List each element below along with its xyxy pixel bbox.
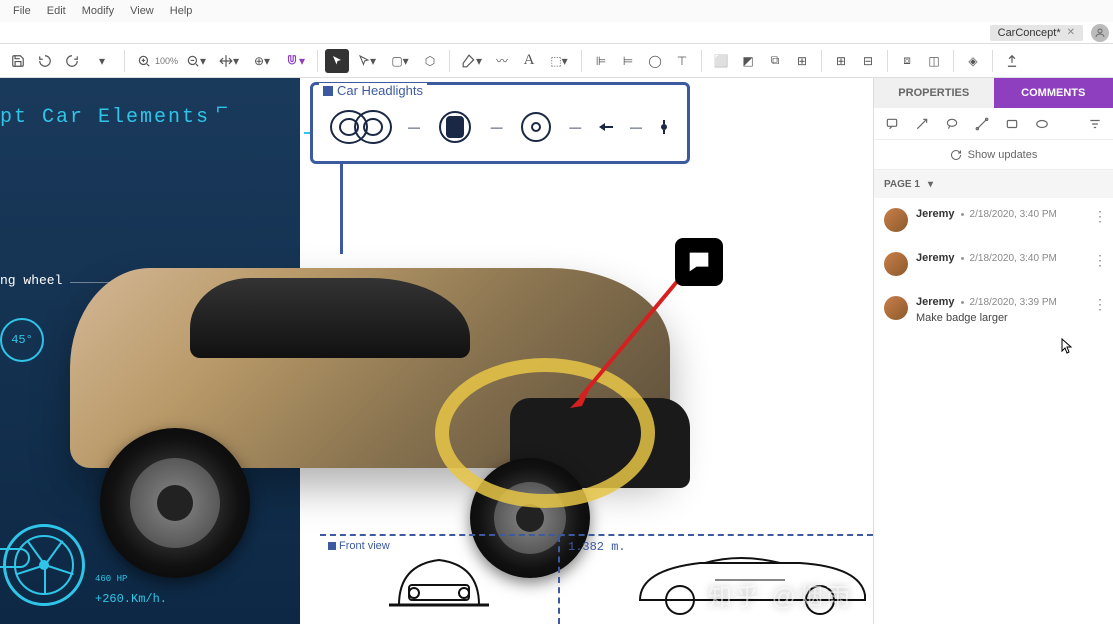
pen-tool[interactable]: ▾ — [457, 49, 487, 73]
comment-text: Make badge larger — [916, 312, 1103, 324]
front-view-label: Front view — [328, 540, 390, 552]
toolbar: ▾ 100% ▾ ▾ ⊕▾ ▾ ▾ ▢▾ ⬡ ▾ 〰 A ⬚▾ ⊫ ⊨ ◯ ⊤ … — [0, 44, 1113, 78]
comment-marker[interactable] — [675, 238, 723, 286]
boolean-union-button[interactable]: ⬜ — [709, 49, 733, 73]
zoom-level: 100% — [155, 56, 178, 66]
boolean-intersect-button[interactable]: ⧉ — [763, 49, 787, 73]
comment-time: 2/18/2020, 3:40 PM — [970, 253, 1057, 264]
watermark: 知乎 @烟雨 — [708, 577, 853, 612]
zoom-out-button[interactable]: ▾ — [181, 49, 211, 73]
canvas[interactable]: pt Car Elements ng wheel 45° 460 HP +260… — [0, 78, 873, 624]
menu-file[interactable]: File — [6, 3, 38, 19]
comment-more-button[interactable]: ⋮ — [1093, 252, 1107, 269]
page-header[interactable]: PAGE 1 ▾ — [874, 170, 1113, 198]
refresh-icon — [950, 149, 962, 161]
pointer-tool[interactable] — [325, 49, 349, 73]
comment-author: Jeremy — [916, 252, 955, 264]
comment-avatar — [884, 296, 908, 320]
show-updates-button[interactable]: Show updates — [874, 140, 1113, 170]
headlights-label: Car Headlights — [319, 83, 427, 98]
horsepower-label: 460 HP — [95, 574, 127, 584]
comment-line-tool[interactable] — [972, 114, 992, 134]
comment-more-button[interactable]: ⋮ — [1093, 296, 1107, 313]
comment-avatar — [884, 208, 908, 232]
pan-button[interactable]: ▾ — [214, 49, 244, 73]
undo-button[interactable] — [33, 49, 57, 73]
history-dropdown[interactable]: ▾ — [87, 49, 117, 73]
tab-comments[interactable]: COMMENTS — [994, 78, 1113, 108]
user-avatar[interactable] — [1091, 24, 1109, 42]
comment-item[interactable]: Jeremy 2/18/2020, 3:40 PM ⋮ — [874, 242, 1113, 286]
zoom-fit-button[interactable] — [132, 49, 156, 73]
group-button[interactable]: ⊞ — [829, 49, 853, 73]
boolean-subtract-button[interactable]: ◩ — [736, 49, 760, 73]
menu-edit[interactable]: Edit — [40, 3, 73, 19]
comment-item[interactable]: Jeremy 2/18/2020, 3:39 PM Make badge large… — [874, 286, 1113, 334]
export-button[interactable] — [1000, 49, 1024, 73]
comment-time: 2/18/2020, 3:39 PM — [970, 297, 1057, 308]
align-center-button[interactable]: ⊨ — [616, 49, 640, 73]
speed-label: +260.Km/h. — [95, 592, 167, 606]
crop-button[interactable]: ⧈ — [895, 49, 919, 73]
cursor-icon — [1061, 338, 1073, 354]
document-tabs: CarConcept* ✕ — [0, 22, 1113, 44]
close-icon[interactable]: ✕ — [1067, 27, 1075, 38]
ungroup-button[interactable]: ⊟ — [856, 49, 880, 73]
comment-author: Jeremy — [916, 296, 955, 308]
mask-button[interactable]: ◫ — [922, 49, 946, 73]
comment-ellipse-tool[interactable] — [1032, 114, 1052, 134]
blueprint-title: pt Car Elements — [0, 106, 210, 129]
comment-pin-tool[interactable] — [882, 114, 902, 134]
ruler-button[interactable]: ⊕▾ — [247, 49, 277, 73]
comment-rect-tool[interactable] — [1002, 114, 1022, 134]
chevron-down-icon: ▾ — [928, 179, 933, 190]
redo-button[interactable] — [60, 49, 84, 73]
comment-more-button[interactable]: ⋮ — [1093, 208, 1107, 225]
flip-button[interactable]: ⊞ — [790, 49, 814, 73]
brush-tool[interactable]: 〰 — [490, 49, 514, 73]
align-top-button[interactable]: ⊤ — [670, 49, 694, 73]
text-tool[interactable]: A — [517, 49, 541, 73]
node-tool[interactable]: ⬡ — [418, 49, 442, 73]
filter-button[interactable] — [1085, 114, 1105, 134]
menu-modify[interactable]: Modify — [75, 3, 121, 19]
menu-bar: File Edit Modify View Help — [0, 0, 1113, 22]
dimension-label: 1.382 m. — [568, 540, 626, 554]
annotation-arrow — [560, 268, 690, 418]
side-panel: PROPERTIES COMMENTS Show updates PAGE 1 … — [873, 78, 1113, 624]
magnet-button[interactable]: ▾ — [280, 49, 310, 73]
tab-properties[interactable]: PROPERTIES — [874, 78, 994, 108]
menu-view[interactable]: View — [123, 3, 161, 19]
doc-tab[interactable]: CarConcept* ✕ — [990, 25, 1083, 41]
align-left-button[interactable]: ⊫ — [589, 49, 613, 73]
menu-help[interactable]: Help — [163, 3, 200, 19]
align-right-button[interactable]: ◯ — [643, 49, 667, 73]
comment-time: 2/18/2020, 3:40 PM — [970, 209, 1057, 220]
comments-list: Jeremy 2/18/2020, 3:40 PM ⋮ Jeremy 2/18/2020… — [874, 198, 1113, 334]
component-button[interactable]: ◈ — [961, 49, 985, 73]
frame-tool[interactable]: ⬚▾ — [544, 49, 574, 73]
panel-tabs: PROPERTIES COMMENTS — [874, 78, 1113, 108]
shape-tool[interactable]: ▢▾ — [385, 49, 415, 73]
comment-arrow-tool[interactable] — [912, 114, 932, 134]
comment-tools — [874, 108, 1113, 140]
headlights-callout: Car Headlights — — — — — [310, 82, 690, 164]
comment-lasso-tool[interactable] — [942, 114, 962, 134]
doc-name: CarConcept* — [998, 27, 1061, 39]
direct-select-tool[interactable]: ▾ — [352, 49, 382, 73]
comment-item[interactable]: Jeremy 2/18/2020, 3:40 PM ⋮ — [874, 198, 1113, 242]
comment-avatar — [884, 252, 908, 276]
comment-author: Jeremy — [916, 208, 955, 220]
save-button[interactable] — [6, 49, 30, 73]
